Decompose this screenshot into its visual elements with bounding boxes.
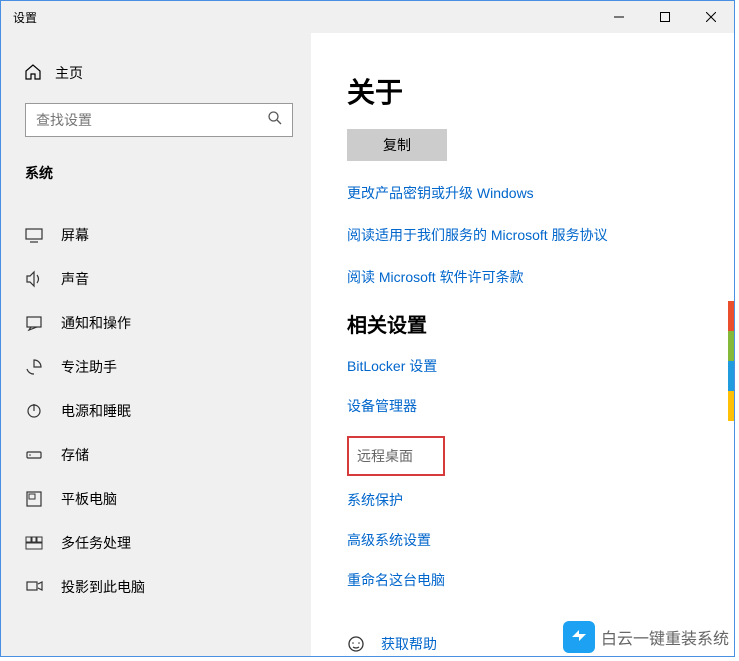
sound-icon xyxy=(25,270,43,288)
sidebar-item-multitask[interactable]: 多任务处理 xyxy=(1,521,311,565)
sidebar-item-label: 投影到此电脑 xyxy=(61,577,145,597)
nav-list: 屏幕 声音 通知和操作 专注助手 电源和睡眠 xyxy=(1,213,311,609)
sidebar: 主页 系统 屏幕 声音 通知和操作 xyxy=(1,33,311,656)
sidebar-item-label: 多任务处理 xyxy=(61,533,131,553)
search-icon xyxy=(268,111,282,130)
project-icon xyxy=(25,578,43,596)
related-bitlocker[interactable]: BitLocker 设置 xyxy=(347,356,734,376)
link-service-agreement[interactable]: 阅读适用于我们服务的 Microsoft 服务协议 xyxy=(347,225,734,245)
side-accent-strip xyxy=(728,301,734,421)
sidebar-item-label: 存储 xyxy=(61,445,89,465)
copy-button[interactable]: 复制 xyxy=(347,129,447,161)
help-label: 获取帮助 xyxy=(381,634,437,654)
sidebar-item-project[interactable]: 投影到此电脑 xyxy=(1,565,311,609)
focus-icon xyxy=(25,358,43,376)
watermark-text: 白云一键重装系统 xyxy=(601,625,729,649)
watermark: 白云一键重装系统 xyxy=(559,619,733,655)
window-title: 设置 xyxy=(1,9,596,26)
titlebar: 设置 xyxy=(1,1,734,33)
sidebar-item-sound[interactable]: 声音 xyxy=(1,257,311,301)
notifications-icon xyxy=(25,314,43,332)
link-license-terms[interactable]: 阅读 Microsoft 软件许可条款 xyxy=(347,267,734,287)
close-button[interactable] xyxy=(688,1,734,33)
sidebar-item-label: 屏幕 xyxy=(61,225,89,245)
window-controls xyxy=(596,1,734,33)
sidebar-item-label: 平板电脑 xyxy=(61,489,117,509)
storage-icon xyxy=(25,446,43,464)
display-icon xyxy=(25,226,43,244)
content-area: 主页 系统 屏幕 声音 通知和操作 xyxy=(1,33,734,656)
maximize-button[interactable] xyxy=(642,1,688,33)
related-device-manager[interactable]: 设备管理器 xyxy=(347,396,734,416)
sidebar-item-focus[interactable]: 专注助手 xyxy=(1,345,311,389)
sidebar-item-label: 专注助手 xyxy=(61,357,117,377)
sidebar-item-storage[interactable]: 存储 xyxy=(1,433,311,477)
main-panel: 关于 复制 更改产品密钥或升级 Windows 阅读适用于我们服务的 Micro… xyxy=(311,33,734,656)
home-link[interactable]: 主页 xyxy=(1,53,311,93)
tablet-icon xyxy=(25,490,43,508)
multitask-icon xyxy=(25,534,43,552)
settings-window: 设置 主页 系统 屏幕 xyxy=(0,0,735,657)
category-label: 系统 xyxy=(1,151,311,193)
sidebar-item-label: 通知和操作 xyxy=(61,313,131,333)
sidebar-item-notifications[interactable]: 通知和操作 xyxy=(1,301,311,345)
related-remote-desktop[interactable]: 远程桌面 xyxy=(347,436,445,476)
minimize-button[interactable] xyxy=(596,1,642,33)
home-icon xyxy=(25,64,41,83)
sidebar-item-label: 电源和睡眠 xyxy=(61,401,131,421)
help-icon xyxy=(347,635,365,653)
page-title: 关于 xyxy=(347,71,734,111)
power-icon xyxy=(25,402,43,420)
sidebar-item-tablet[interactable]: 平板电脑 xyxy=(1,477,311,521)
related-rename-pc[interactable]: 重命名这台电脑 xyxy=(347,570,734,590)
sidebar-item-label: 声音 xyxy=(61,269,89,289)
sidebar-item-power[interactable]: 电源和睡眠 xyxy=(1,389,311,433)
related-settings-title: 相关设置 xyxy=(347,309,734,338)
related-system-protection[interactable]: 系统保护 xyxy=(347,490,734,510)
search-box[interactable] xyxy=(25,103,293,137)
home-label: 主页 xyxy=(55,63,83,83)
sidebar-item-display[interactable]: 屏幕 xyxy=(1,213,311,257)
related-advanced-settings[interactable]: 高级系统设置 xyxy=(347,530,734,550)
watermark-badge-icon xyxy=(563,621,595,653)
link-product-key[interactable]: 更改产品密钥或升级 Windows xyxy=(347,183,734,203)
search-input[interactable] xyxy=(36,112,268,128)
